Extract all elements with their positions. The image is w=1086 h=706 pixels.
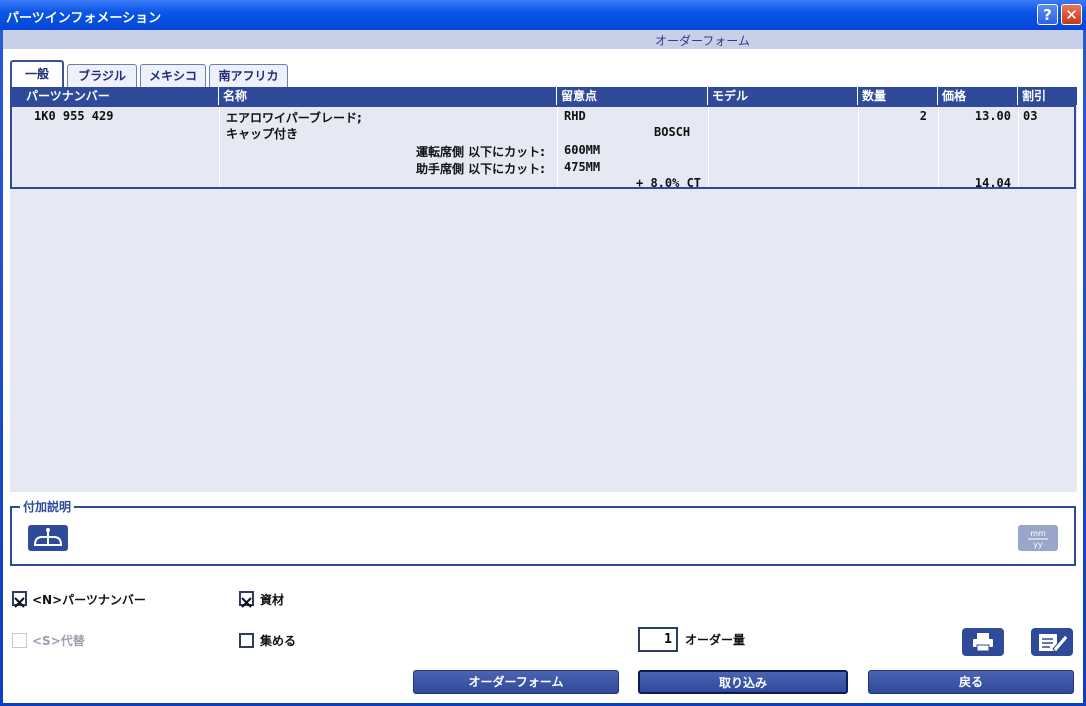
part-number-option-label[interactable]: <N>パーツナンバー bbox=[32, 591, 146, 608]
column-divider bbox=[219, 107, 220, 187]
col-discount[interactable]: 割引 bbox=[1018, 87, 1077, 105]
column-divider bbox=[938, 107, 939, 187]
edit-notes-button[interactable] bbox=[1031, 628, 1073, 656]
table-header: パーツナンバー 名称 留意点 モデル 数量 価格 割引 bbox=[10, 87, 1077, 105]
pencil-note-icon bbox=[1039, 634, 1069, 653]
note-driver-length: 600MM bbox=[564, 143, 601, 157]
date-format-button[interactable]: mm yy bbox=[1018, 525, 1058, 551]
col-notes[interactable]: 留意点 bbox=[557, 87, 708, 105]
app-window: パーツインフォメーション ? ✕ オーダーフォーム 一般 ブラジル メキシコ 南… bbox=[0, 0, 1086, 706]
date-mm-text: mm bbox=[1030, 529, 1046, 538]
col-price[interactable]: 価格 bbox=[938, 87, 1018, 105]
col-quantity[interactable]: 数量 bbox=[858, 87, 938, 105]
help-button[interactable]: ? bbox=[1037, 4, 1058, 25]
part-number-checkbox[interactable] bbox=[12, 591, 27, 608]
name-line2: キャップ付き bbox=[226, 127, 299, 141]
check-x-icon bbox=[241, 597, 252, 608]
column-divider bbox=[1018, 107, 1019, 187]
client-area: オーダーフォーム 一般 ブラジル メキシコ 南アフリカ パーツナンバー 名称 留… bbox=[3, 30, 1083, 703]
passenger-cut-label: 助手席側 以下にカット: bbox=[416, 162, 545, 176]
column-divider bbox=[557, 107, 558, 187]
additional-description-legend: 付加説明 bbox=[20, 498, 75, 515]
quantity-value: 2 bbox=[919, 109, 927, 123]
note-brand: BOSCH bbox=[654, 125, 691, 139]
import-button[interactable]: 取り込み bbox=[638, 670, 848, 694]
print-button[interactable] bbox=[962, 628, 1004, 656]
scale-balance-icon bbox=[34, 528, 62, 546]
tab-south-africa[interactable]: 南アフリカ bbox=[209, 64, 288, 88]
title-bar[interactable]: パーツインフォメーション ? ✕ bbox=[0, 0, 1086, 30]
col-part-number[interactable]: パーツナンバー bbox=[10, 87, 219, 105]
driver-cut-label: 運転席側 以下にカット: bbox=[416, 145, 545, 159]
form-title: オーダーフォーム bbox=[655, 34, 750, 48]
column-divider bbox=[858, 107, 859, 187]
scale-balance-button[interactable] bbox=[28, 525, 68, 551]
printer-icon bbox=[973, 633, 993, 652]
note-rhd: RHD bbox=[564, 109, 586, 123]
tab-mexico[interactable]: メキシコ bbox=[140, 64, 206, 88]
price-with-tax-value: 14.04 bbox=[974, 176, 1011, 190]
price-value: 13.00 bbox=[974, 109, 1011, 123]
collect-checkbox[interactable] bbox=[239, 633, 254, 648]
tab-brazil[interactable]: ブラジル bbox=[67, 64, 137, 88]
close-button[interactable]: ✕ bbox=[1061, 4, 1082, 25]
window-title: パーツインフォメーション bbox=[6, 11, 162, 26]
note-passenger-length: 475MM bbox=[564, 160, 601, 174]
additional-description-panel: 付加説明 mm yy bbox=[10, 498, 1076, 566]
note-extra: + 8.0% CT bbox=[636, 176, 702, 190]
substitute-option-label[interactable]: <S>代替 bbox=[32, 632, 85, 649]
order-quantity-label: オーダー量 bbox=[685, 633, 746, 647]
date-yy-text: yy bbox=[1033, 540, 1043, 549]
material-option-label[interactable]: 資材 bbox=[260, 591, 284, 608]
name-line1: エアロワイパーブレード; bbox=[226, 111, 362, 125]
material-checkbox[interactable] bbox=[239, 591, 254, 608]
substitute-checkbox[interactable] bbox=[12, 633, 27, 648]
col-name[interactable]: 名称 bbox=[219, 87, 557, 105]
collect-option-label[interactable]: 集める bbox=[260, 632, 296, 649]
col-model[interactable]: モデル bbox=[708, 87, 858, 105]
check-x-icon bbox=[14, 597, 25, 608]
back-button[interactable]: 戻る bbox=[868, 670, 1074, 694]
close-icon: ✕ bbox=[1065, 6, 1078, 24]
part-number-value: 1K0 955 429 bbox=[34, 109, 114, 123]
order-quantity-input[interactable]: 1 bbox=[638, 627, 678, 652]
date-mm-yy-icon: mm yy bbox=[1028, 529, 1048, 549]
order-form-button[interactable]: オーダーフォーム bbox=[413, 670, 619, 694]
tab-general[interactable]: 一般 bbox=[10, 60, 64, 89]
column-divider bbox=[708, 107, 709, 187]
help-icon: ? bbox=[1043, 6, 1052, 24]
form-header: オーダーフォーム bbox=[3, 30, 1083, 49]
parts-table: パーツナンバー 名称 留意点 モデル 数量 価格 割引 1K0 955 429 … bbox=[10, 87, 1077, 492]
table-row[interactable]: 1K0 955 429 エアロワイパーブレード; キャップ付き 運転席側 以下に… bbox=[10, 105, 1076, 190]
discount-value: 03 bbox=[1023, 109, 1038, 123]
